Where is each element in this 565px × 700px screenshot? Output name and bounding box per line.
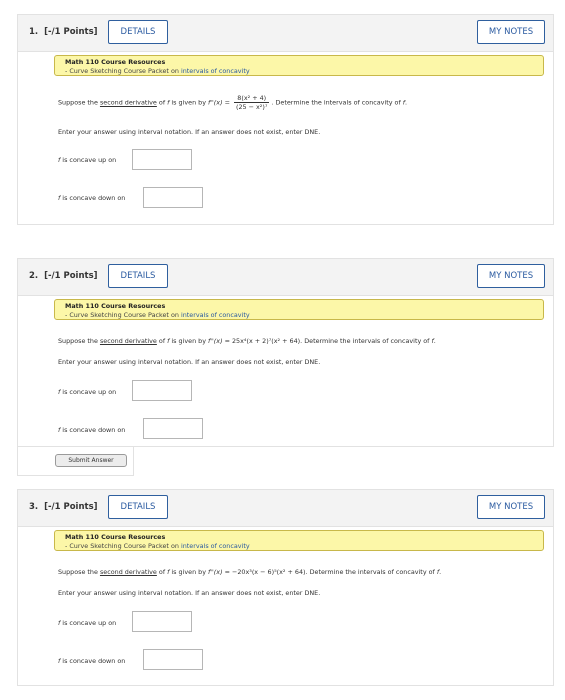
- my-notes-button[interactable]: MY NOTES: [477, 264, 545, 288]
- details-button[interactable]: DETAILS: [108, 20, 168, 44]
- resources-subtitle: - Curve Sketching Course Packet on: [65, 310, 181, 319]
- concave-down-input[interactable]: [143, 187, 203, 208]
- course-resources-box: Math 110 Course Resources - Curve Sketch…: [54, 530, 544, 551]
- instruction-text: Enter your answer using interval notatio…: [58, 358, 321, 366]
- concavity-link[interactable]: intervals of concavity: [181, 542, 250, 550]
- concave-down-label: f is concave down on: [58, 194, 126, 202]
- question-header: 3. [-/1 Points] DETAILS MY NOTES: [17, 489, 554, 527]
- question-header: 1. [-/1 Points] DETAILS MY NOTES: [17, 14, 554, 52]
- concave-down-label: f is concave down on: [58, 426, 126, 434]
- question-header: 2. [-/1 Points] DETAILS MY NOTES: [17, 258, 554, 296]
- concave-up-input[interactable]: [132, 149, 192, 170]
- concavity-link[interactable]: intervals of concavity: [181, 67, 250, 75]
- question-3: 3. [-/1 Points] DETAILS MY NOTES Math 11…: [17, 489, 554, 686]
- question-1: 1. [-/1 Points] DETAILS MY NOTES Math 11…: [17, 14, 554, 225]
- second-derivative-link[interactable]: second derivative: [100, 337, 157, 345]
- concave-down-input[interactable]: [143, 649, 203, 670]
- problem-statement: Suppose the second derivative of f is gi…: [58, 94, 408, 111]
- question-body: Math 110 Course Resources - Curve Sketch…: [17, 296, 554, 447]
- concavity-link[interactable]: intervals of concavity: [181, 311, 250, 319]
- concave-down-label: f is concave down on: [58, 657, 126, 665]
- question-number: 3. [-/1 Points]: [29, 502, 98, 512]
- question-number: 2. [-/1 Points]: [29, 271, 98, 281]
- resources-subtitle: - Curve Sketching Course Packet on: [65, 66, 181, 75]
- submit-area: Submit Answer: [17, 447, 134, 476]
- submit-answer-button[interactable]: Submit Answer: [55, 454, 127, 467]
- resources-title: Math 110 Course Resources: [65, 533, 166, 541]
- concave-up-input[interactable]: [132, 380, 192, 401]
- my-notes-button[interactable]: MY NOTES: [477, 20, 545, 44]
- course-resources-box: Math 110 Course Resources - Curve Sketch…: [54, 55, 544, 76]
- instruction-text: Enter your answer using interval notatio…: [58, 128, 321, 136]
- problem-statement: Suppose the second derivative of f is gi…: [58, 337, 436, 345]
- concave-up-label: f is concave up on: [58, 619, 117, 627]
- second-derivative-link[interactable]: second derivative: [100, 99, 157, 107]
- second-derivative-link[interactable]: second derivative: [100, 568, 157, 576]
- details-button[interactable]: DETAILS: [108, 495, 168, 519]
- formula-fraction: 8(x² + 4) (25 − x²)⁷: [233, 94, 270, 111]
- question-body: Math 110 Course Resources - Curve Sketch…: [17, 52, 554, 225]
- problem-statement: Suppose the second derivative of f is gi…: [58, 568, 442, 576]
- formula: 25x⁴(x + 2)⁷(x² + 64): [231, 337, 301, 345]
- course-resources-box: Math 110 Course Resources - Curve Sketch…: [54, 299, 544, 320]
- details-button[interactable]: DETAILS: [108, 264, 168, 288]
- resources-subtitle: - Curve Sketching Course Packet on: [65, 541, 181, 550]
- concave-up-label: f is concave up on: [58, 388, 117, 396]
- concave-up-input[interactable]: [132, 611, 192, 632]
- instruction-text: Enter your answer using interval notatio…: [58, 589, 321, 597]
- question-number: 1. [-/1 Points]: [29, 27, 98, 37]
- resources-title: Math 110 Course Resources: [65, 58, 166, 66]
- formula: −20x³(x − 6)⁵(x² + 64): [231, 568, 306, 576]
- concave-down-input[interactable]: [143, 418, 203, 439]
- question-body: Math 110 Course Resources - Curve Sketch…: [17, 527, 554, 686]
- concave-up-label: f is concave up on: [58, 156, 117, 164]
- question-2: 2. [-/1 Points] DETAILS MY NOTES Math 11…: [17, 258, 554, 476]
- my-notes-button[interactable]: MY NOTES: [477, 495, 545, 519]
- resources-title: Math 110 Course Resources: [65, 302, 166, 310]
